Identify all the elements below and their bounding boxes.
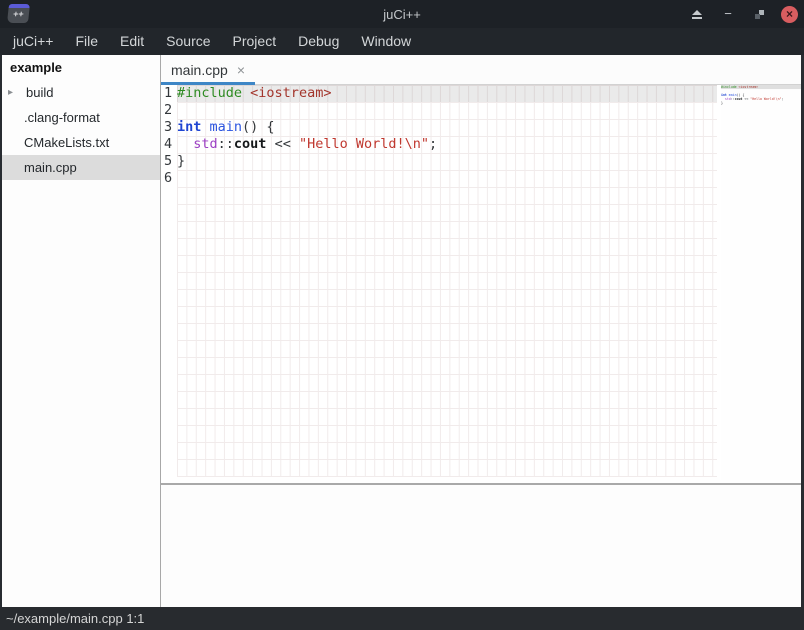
minimize-icon: − [724,9,732,19]
chevron-right-icon[interactable]: ▸ [8,80,24,105]
statusbar: ~/example/main.cpp 1:1 [0,607,804,630]
code-line[interactable] [177,170,717,187]
close-icon: × [786,6,793,23]
minimap[interactable]: #include <iostream>int main() { std::cou… [721,85,801,480]
tree-root-folder[interactable]: example [2,55,160,80]
window-title: juCi++ [0,7,804,22]
line-number: 4 [161,136,177,153]
code-token: std [193,136,217,152]
code-token: <iostream> [250,85,331,101]
menu-debug[interactable]: Debug [287,28,350,55]
code-token: ; [781,97,783,101]
code-line[interactable]: std::cout << "Hello World!\n"; [177,136,717,153]
code-token: << [266,136,299,152]
menu-edit[interactable]: Edit [109,28,155,55]
code-token: "Hello World!\n" [299,136,429,152]
tree-item-label: CMakeLists.txt [24,130,109,155]
content-area: example ▸ build .clang-format CMakeLists… [0,55,804,607]
menu-jucipp[interactable]: juCi++ [2,28,64,55]
code-token: int [177,119,201,135]
code-text-area[interactable]: #include <iostream>int main() { std::cou… [177,85,717,477]
maximize-icon [755,10,764,19]
tree-item-clang-format[interactable]: .clang-format [2,105,160,130]
menu-project[interactable]: Project [222,28,288,55]
code-line[interactable]: int main() { [177,119,717,136]
line-number: 5 [161,153,177,170]
code-token [177,136,193,152]
code-token: #include [721,85,737,89]
menu-window[interactable]: Window [350,28,422,55]
tree-item-label: build [26,80,53,105]
eject-icon [692,10,702,19]
app-logo-icon: ++ [7,4,30,23]
code-token: ; [429,136,437,152]
app-window: ++ juCi++ − × juCi++ File Edit [0,0,804,630]
menu-source[interactable]: Source [155,28,221,55]
tree-item-label: .clang-format [24,105,100,130]
close-button[interactable]: × [781,6,798,23]
tree-item-label: main.cpp [24,155,77,180]
minimap-line [721,105,801,109]
line-number: 1 [161,85,177,102]
code-token: () { [242,119,275,135]
code-token [201,119,209,135]
code-token: <iostream> [739,85,759,89]
code-token: cout [735,97,743,101]
code-line[interactable]: #include <iostream> [177,85,717,102]
code-token: #include [177,85,242,101]
minimize-button[interactable]: − [719,5,737,23]
file-tree-sidebar: example ▸ build .clang-format CMakeLists… [2,55,161,607]
code-line[interactable]: } [177,153,717,170]
tree-item-cmakelists[interactable]: CMakeLists.txt [2,130,160,155]
line-number: 2 [161,102,177,119]
line-number: 3 [161,119,177,136]
line-number-gutter: 123456 [161,85,177,480]
code-token: << [742,97,750,101]
code-token: :: [218,136,234,152]
tree-item-build[interactable]: ▸ build [2,80,160,105]
code-line[interactable] [177,102,717,119]
code-token [242,85,250,101]
window-controls: − × [688,0,798,28]
code-token: cout [234,136,267,152]
tabbar: main.cpp × [161,55,801,85]
output-panel[interactable] [161,485,801,607]
statusbar-file-position: ~/example/main.cpp 1:1 [6,611,144,626]
tab-close-icon[interactable]: × [237,63,245,77]
menubar: juCi++ File Edit Source Project Debug Wi… [0,28,804,55]
tab-label: main.cpp [171,62,228,78]
maximize-button[interactable] [750,5,768,23]
shade-button[interactable] [688,5,706,23]
minimap-content: #include <iostream>int main() { std::cou… [721,85,801,109]
menu-file[interactable]: File [64,28,109,55]
code-token: "Hello World!\n" [750,97,781,101]
code-token: } [177,153,185,169]
titlebar[interactable]: ++ juCi++ − × [0,0,804,28]
editor-column: main.cpp × 123456 #include <iostream>int… [161,55,801,607]
tab-main-cpp[interactable]: main.cpp × [161,55,255,85]
line-number: 6 [161,170,177,187]
tree-item-main-cpp[interactable]: main.cpp [2,155,160,180]
code-token: } [721,101,723,105]
code-token: main [210,119,243,135]
code-editor[interactable]: 123456 #include <iostream>int main() { s… [161,85,801,480]
